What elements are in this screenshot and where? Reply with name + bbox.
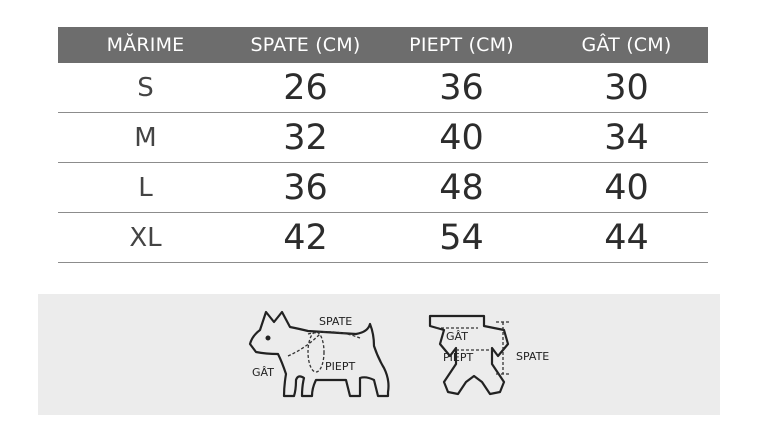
chest-cell: 48	[378, 162, 545, 213]
header-chest: PIEPT (CM)	[378, 27, 545, 63]
garment-chest-label: PIEPT	[443, 351, 473, 364]
size-cell: M	[58, 112, 233, 163]
back-cell: 42	[233, 212, 378, 263]
back-cell: 32	[233, 112, 378, 163]
table-row: XL 42 54 44	[58, 212, 708, 263]
chest-cell: 36	[378, 63, 545, 113]
size-cell: XL	[58, 212, 233, 263]
table-header-row: MĂRIME SPATE (CM) PIEPT (CM) GÂT (CM)	[58, 27, 708, 63]
neck-cell: 44	[545, 212, 708, 263]
chest-cell: 54	[378, 212, 545, 263]
chest-cell: 40	[378, 112, 545, 163]
header-neck: GÂT (CM)	[545, 27, 708, 63]
neck-cell: 34	[545, 112, 708, 163]
dog-chest-label: PIEPT	[325, 360, 355, 373]
dog-neck-label: GÂT	[252, 366, 274, 379]
header-size: MĂRIME	[58, 27, 233, 63]
garment-neck-label: GÂT	[446, 330, 468, 343]
size-chart-table: MĂRIME SPATE (CM) PIEPT (CM) GÂT (CM) S …	[58, 27, 708, 263]
garment-back-label: SPATE	[516, 350, 549, 363]
table-row: M 32 40 34	[58, 112, 708, 163]
header-back: SPATE (CM)	[233, 27, 378, 63]
neck-cell: 40	[545, 162, 708, 213]
size-cell: L	[58, 162, 233, 213]
measurement-guide-illustration: SPATE PIEPT GÂT GÂT PIEPT SPATE	[248, 310, 549, 398]
table-row: S 26 36 30	[58, 63, 708, 113]
back-cell: 36	[233, 162, 378, 213]
neck-cell: 30	[545, 63, 708, 113]
measurement-guide-panel: SPATE PIEPT GÂT GÂT PIEPT SPATE	[38, 294, 720, 415]
dog-back-label: SPATE	[319, 315, 352, 328]
size-cell: S	[58, 63, 233, 113]
table-row: L 36 48 40	[58, 162, 708, 213]
back-cell: 26	[233, 63, 378, 113]
